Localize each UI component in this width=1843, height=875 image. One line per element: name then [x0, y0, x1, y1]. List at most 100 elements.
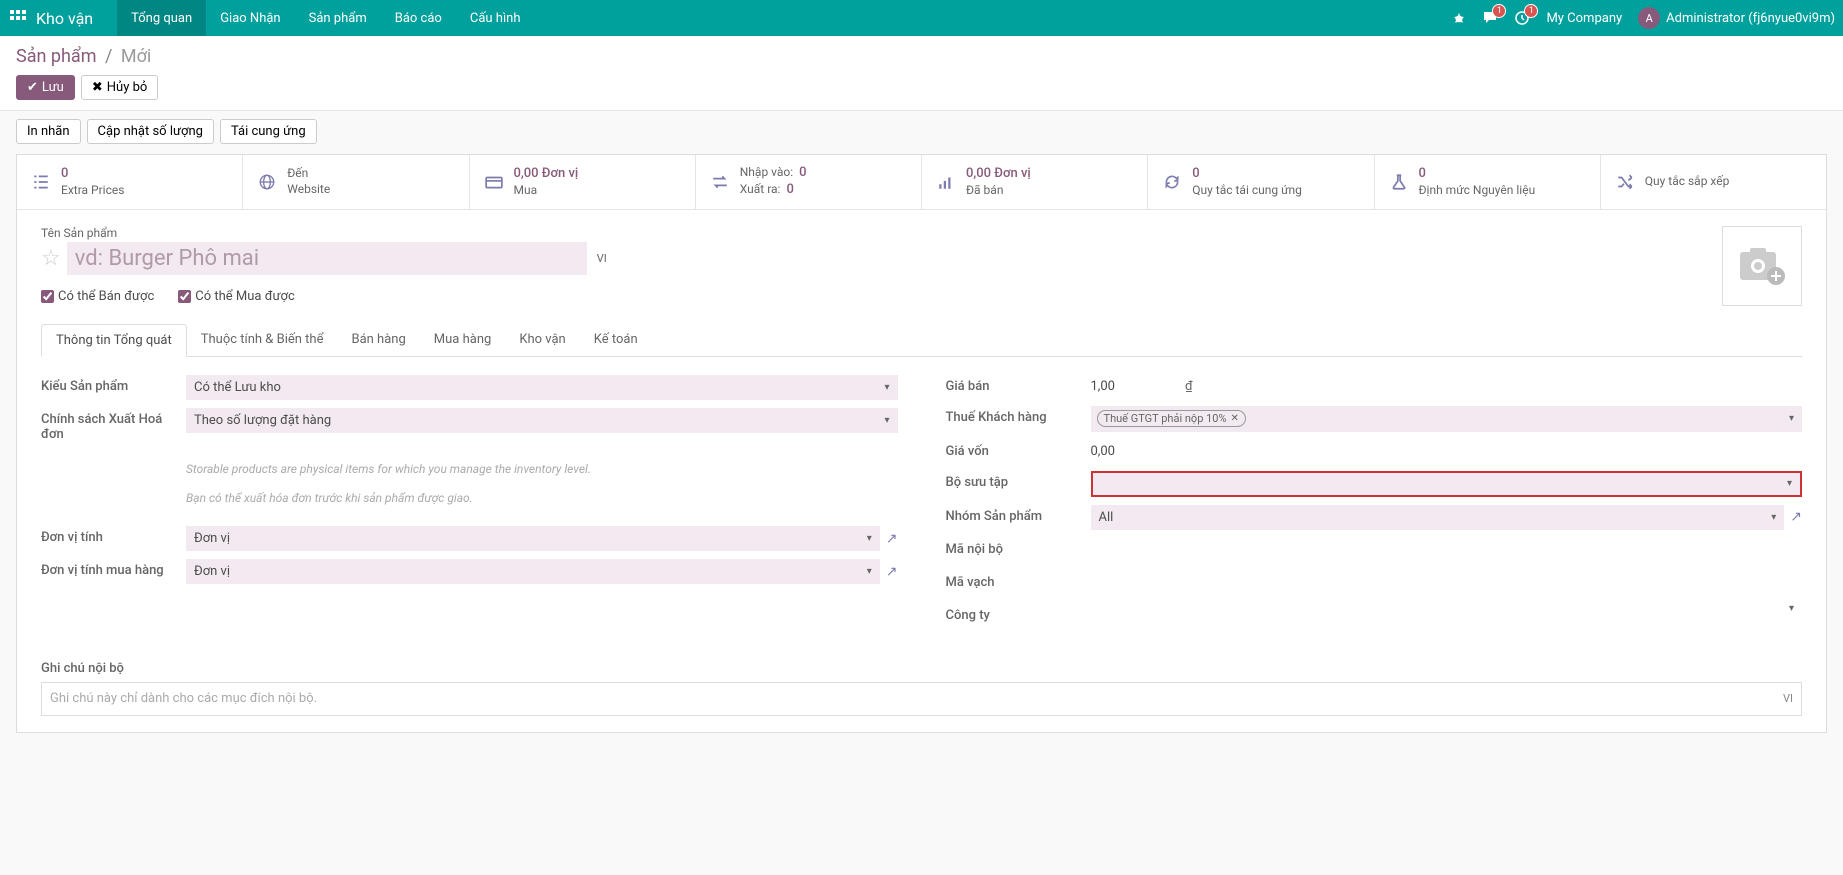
uom-select[interactable]: Đơn vị — [186, 526, 880, 551]
help-text-1: Storable products are physical items for… — [186, 460, 898, 479]
product-type-label: Kiểu Sản phẩm — [41, 375, 186, 394]
notes-input[interactable]: Ghi chú này chỉ dành cho các mục đích nộ… — [41, 682, 1802, 716]
company-label: Công ty — [946, 604, 1091, 623]
internal-ref-input[interactable] — [1091, 538, 1803, 563]
tab-purchase[interactable]: Mua hàng — [420, 324, 506, 356]
tag-remove-icon[interactable]: ✕ — [1231, 413, 1239, 424]
debug-icon[interactable] — [1452, 11, 1466, 25]
name-label: Tên Sản phẩm — [41, 226, 1710, 240]
product-name-input[interactable] — [67, 242, 587, 275]
price-value[interactable]: 1,00 — [1091, 379, 1115, 394]
form-sheet: 0Extra Prices ĐếnWebsite 0,00 Đơn vị Mua … — [16, 154, 1827, 733]
top-menu: Tổng quan Giao Nhận Sản phẩm Báo cáo Cấu… — [117, 0, 534, 36]
user-menu[interactable]: A Administrator (fj6nyue0vi9m) — [1638, 7, 1835, 29]
stat-buttons: 0Extra Prices ĐếnWebsite 0,00 Đơn vịMua … — [17, 155, 1826, 210]
uom-label: Đơn vị tính — [41, 526, 186, 545]
tax-tag: Thuế GTGT phải nộp 10%✕ — [1097, 410, 1246, 427]
replenish-button[interactable]: Tái cung ứng — [220, 119, 317, 144]
invoice-policy-select[interactable]: Theo số lượng đặt hàng — [186, 408, 898, 433]
stat-reorder-rules[interactable]: 0Quy tắc tái cung ứng — [1148, 155, 1374, 209]
bars-icon — [936, 173, 956, 191]
activities-badge: 1 — [1524, 4, 1538, 18]
barcode-input[interactable] — [1091, 571, 1803, 596]
notes-section: Ghi chú nội bộ Ghi chú này chỉ dành cho … — [41, 661, 1802, 716]
company-select[interactable] — [1091, 604, 1803, 614]
can-buy-checkbox[interactable]: Có thể Mua được — [178, 289, 295, 304]
stat-extra-prices[interactable]: 0Extra Prices — [17, 155, 243, 209]
breadcrumb-parent[interactable]: Sản phẩm — [16, 46, 96, 67]
help-text-2: Bạn có thể xuất hóa đơn trước khi sản ph… — [186, 489, 898, 508]
control-panel: Sản phẩm / Mới ✔ Lưu ✖ Hủy bỏ — [0, 36, 1843, 111]
lang-badge[interactable]: VI — [597, 252, 607, 265]
stat-sold[interactable]: 0,00 Đơn vịĐã bán — [922, 155, 1148, 209]
menu-transfers[interactable]: Giao Nhận — [206, 0, 294, 36]
product-type-select[interactable]: Có thể Lưu kho — [186, 375, 898, 400]
topbar-right: 1 1 My Company A Administrator (fj6nyue0… — [1452, 7, 1835, 29]
discard-button[interactable]: ✖ Hủy bỏ — [81, 75, 158, 100]
check-icon: ✔ — [27, 80, 38, 95]
external-link-icon[interactable]: ↗ — [886, 564, 898, 580]
main-content: In nhãn Cập nhật số lượng Tái cung ứng 0… — [0, 111, 1843, 749]
breadcrumb-current: Mới — [121, 46, 151, 67]
title-row: Tên Sản phẩm ☆ VI Có thể Bán được Có thể… — [41, 226, 1802, 306]
menu-config[interactable]: Cấu hình — [456, 0, 535, 36]
company-name[interactable]: My Company — [1546, 11, 1622, 26]
favorite-star-icon[interactable]: ☆ — [41, 246, 61, 271]
notes-lang-badge: VI — [1783, 692, 1793, 705]
stat-purchased[interactable]: 0,00 Đơn vịMua — [470, 155, 696, 209]
tab-accounting[interactable]: Kế toán — [580, 324, 652, 356]
messages-badge: 1 — [1492, 4, 1506, 18]
discard-label: Hủy bỏ — [107, 80, 148, 95]
avatar: A — [1638, 7, 1660, 29]
edit-buttons: ✔ Lưu ✖ Hủy bỏ — [16, 75, 1827, 100]
update-qty-button[interactable]: Cập nhật số lượng — [87, 119, 214, 144]
flask-icon — [1389, 173, 1409, 191]
stat-putaway-rules[interactable]: Quy tắc sắp xếp — [1601, 155, 1826, 209]
save-button[interactable]: ✔ Lưu — [16, 75, 75, 100]
menu-reports[interactable]: Báo cáo — [381, 0, 456, 36]
print-label-button[interactable]: In nhãn — [16, 119, 81, 144]
left-column: Kiểu Sản phẩm Có thể Lưu kho Chính sách … — [41, 375, 898, 631]
tax-field[interactable]: Thuế GTGT phải nộp 10%✕ — [1091, 406, 1803, 432]
menu-products[interactable]: Sản phẩm — [295, 0, 381, 36]
tab-inventory[interactable]: Kho vận — [505, 324, 579, 356]
stat-website[interactable]: ĐếnWebsite — [243, 155, 469, 209]
breadcrumb: Sản phẩm / Mới — [16, 46, 1827, 67]
apps-icon[interactable] — [8, 8, 28, 28]
menu-overview[interactable]: Tổng quan — [117, 0, 206, 36]
topbar: Kho vận Tổng quan Giao Nhận Sản phẩm Báo… — [0, 0, 1843, 36]
price-label: Giá bán — [946, 375, 1091, 394]
uom-po-select[interactable]: Đơn vị — [186, 559, 880, 584]
checkboxes: Có thể Bán được Có thể Mua được — [41, 289, 1710, 304]
tab-sales[interactable]: Bán hàng — [337, 324, 419, 356]
breadcrumb-sep: / — [105, 46, 112, 67]
save-label: Lưu — [42, 80, 64, 95]
external-link-icon[interactable]: ↗ — [886, 531, 898, 547]
external-link-icon[interactable]: ↗ — [1790, 509, 1802, 525]
stat-in-out[interactable]: Nhập vào:0 Xuất ra:0 — [696, 155, 922, 209]
tab-variants[interactable]: Thuộc tính & Biến thể — [187, 324, 338, 356]
currency-symbol: ₫ — [1185, 379, 1193, 394]
messages-icon[interactable]: 1 — [1482, 10, 1498, 26]
collection-label: Bộ sưu tập — [946, 471, 1091, 490]
product-image-upload[interactable] — [1722, 226, 1802, 306]
close-icon: ✖ — [92, 80, 103, 95]
collection-field[interactable] — [1091, 471, 1803, 497]
notes-label: Ghi chú nội bộ — [41, 661, 1802, 676]
category-select[interactable]: All — [1091, 505, 1785, 530]
tabs: Thông tin Tổng quát Thuộc tính & Biến th… — [41, 324, 1802, 357]
cost-value[interactable]: 0,00 — [1091, 440, 1803, 463]
card-icon — [484, 173, 504, 191]
sheet-body: Tên Sản phẩm ☆ VI Có thể Bán được Có thể… — [17, 210, 1826, 732]
app-name: Kho vận — [36, 9, 93, 28]
uom-po-label: Đơn vị tính mua hàng — [41, 559, 186, 578]
form-grid: Kiểu Sản phẩm Có thể Lưu kho Chính sách … — [41, 375, 1802, 631]
tab-general[interactable]: Thông tin Tổng quát — [41, 324, 187, 357]
internal-ref-label: Mã nội bộ — [946, 538, 1091, 557]
cost-label: Giá vốn — [946, 440, 1091, 459]
topbar-left: Kho vận Tổng quan Giao Nhận Sản phẩm Báo… — [8, 0, 535, 36]
activities-icon[interactable]: 1 — [1514, 10, 1530, 26]
right-column: Giá bán 1,00₫ Thuế Khách hàng Thuế GTGT … — [946, 375, 1803, 631]
stat-bom[interactable]: 0Định mức Nguyên liệu — [1375, 155, 1601, 209]
can-sell-checkbox[interactable]: Có thể Bán được — [41, 289, 154, 304]
